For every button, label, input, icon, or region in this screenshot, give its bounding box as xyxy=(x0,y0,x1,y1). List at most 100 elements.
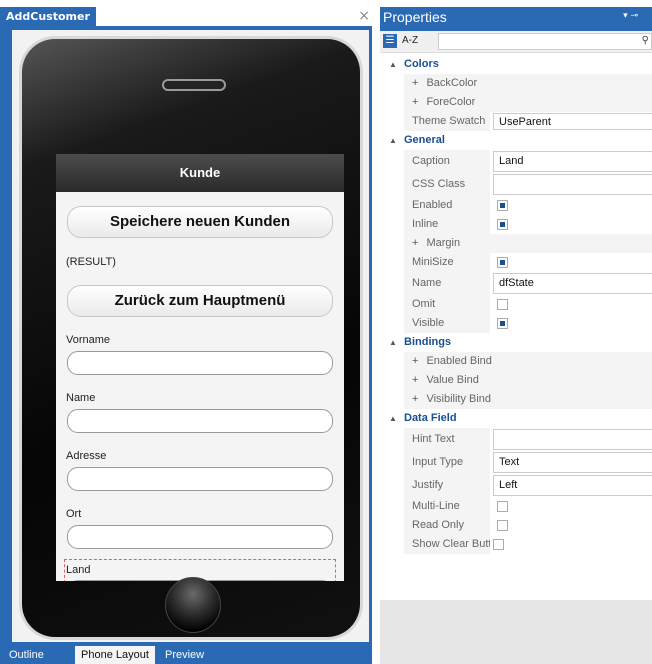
save-customer-button[interactable]: Speichere neuen Kunden xyxy=(67,206,333,238)
expand-icon[interactable]: + xyxy=(412,393,418,405)
property-label-multi-line: Multi-Line xyxy=(404,497,490,516)
property-search-input[interactable]: ⚲ xyxy=(438,33,652,50)
expand-icon[interactable]: + xyxy=(412,96,418,108)
property-row: + Margin xyxy=(380,234,652,253)
property-row: Theme Swatch UseParent xyxy=(380,112,652,131)
property-row: Name dfState xyxy=(380,272,652,295)
property-forecolor[interactable]: + ForeColor xyxy=(404,93,652,112)
category-label: Bindings xyxy=(404,336,452,348)
property-label-read-only: Read Only xyxy=(404,516,490,535)
show-clear-button-checkbox[interactable] xyxy=(493,539,504,550)
expand-icon[interactable]: + xyxy=(412,237,418,249)
property-margin[interactable]: + Margin xyxy=(404,234,652,253)
property-label-name: Name xyxy=(404,272,490,295)
inline-checkbox[interactable] xyxy=(497,219,508,230)
category-general[interactable]: ▲ General xyxy=(380,131,652,150)
property-label-enabled: Enabled xyxy=(404,196,490,215)
property-row: CSS Class xyxy=(380,173,652,196)
multi-line-checkbox[interactable] xyxy=(497,501,508,512)
designer-bottom-tabs: Outline Phone Layout Preview xyxy=(0,646,372,664)
categorized-sort-icon[interactable]: ☰ xyxy=(383,34,397,48)
property-value-cell xyxy=(493,315,652,332)
collapse-chevron-icon[interactable]: ▲ xyxy=(389,131,397,150)
phone-speaker xyxy=(162,79,226,91)
property-row: Inline xyxy=(380,215,652,234)
property-label-hint-text: Hint Text xyxy=(404,428,490,451)
input-type-value[interactable]: Text xyxy=(493,452,652,473)
close-icon[interactable]: × xyxy=(358,8,370,24)
property-row: MiniSize xyxy=(380,253,652,272)
property-label-theme-swatch: Theme Swatch xyxy=(404,112,490,131)
tab-preview[interactable]: Preview xyxy=(161,646,208,664)
property-row: + Visibility Bind xyxy=(380,390,652,409)
property-label: Margin xyxy=(426,237,461,249)
property-label-show-clear-button: Show Clear Butto xyxy=(404,535,490,554)
property-visibility-bind[interactable]: + Visibility Bind xyxy=(404,390,652,409)
hint-text-value[interactable] xyxy=(493,429,652,450)
omit-checkbox[interactable] xyxy=(497,299,508,310)
expand-icon[interactable]: + xyxy=(412,77,418,89)
pin-icon[interactable]: ▾ ⊸ xyxy=(623,11,638,21)
document-tab[interactable]: AddCustomer xyxy=(0,7,96,26)
property-row: Omit xyxy=(380,295,652,314)
collapse-chevron-icon[interactable]: ▲ xyxy=(389,409,397,428)
category-data-field[interactable]: ▲ Data Field xyxy=(380,409,652,428)
screen-header-title: Kunde xyxy=(56,154,344,192)
property-row: + Value Bind xyxy=(380,371,652,390)
property-row: + Enabled Bind xyxy=(380,352,652,371)
land-label: Land xyxy=(66,564,91,576)
ort-field[interactable] xyxy=(67,525,333,549)
property-enabled-bind[interactable]: + Enabled Bind xyxy=(404,352,652,371)
enabled-checkbox[interactable] xyxy=(497,200,508,211)
read-only-checkbox[interactable] xyxy=(497,520,508,531)
property-row: Show Clear Butto xyxy=(380,535,652,554)
property-label-css-class: CSS Class xyxy=(404,173,490,196)
back-to-main-menu-button[interactable]: Zurück zum Hauptmenü xyxy=(67,285,333,317)
theme-swatch-value[interactable]: UseParent xyxy=(493,113,652,130)
properties-pane: Properties ▾ ⊸ ☰ A-Z ⚲ ▲ Colors + BackCol… xyxy=(380,0,652,664)
property-row: Caption Land xyxy=(380,150,652,173)
phone-home-button xyxy=(165,577,221,633)
result-label: (RESULT) xyxy=(66,256,116,268)
collapse-chevron-icon[interactable]: ▲ xyxy=(389,55,397,74)
property-value-cell xyxy=(493,254,652,271)
property-value-bind[interactable]: + Value Bind xyxy=(404,371,652,390)
expand-icon[interactable]: + xyxy=(412,374,418,386)
visible-checkbox[interactable] xyxy=(497,318,508,329)
property-label-justify: Justify xyxy=(404,474,490,497)
collapse-chevron-icon[interactable]: ▲ xyxy=(389,333,397,352)
css-class-value[interactable] xyxy=(493,174,652,195)
property-value-cell xyxy=(493,296,652,313)
category-label: General xyxy=(404,134,445,146)
property-value-cell xyxy=(493,498,652,515)
properties-description-area xyxy=(380,600,652,664)
minisize-checkbox[interactable] xyxy=(497,257,508,268)
document-tab-bar: AddCustomer × xyxy=(0,0,372,26)
property-row: Multi-Line xyxy=(380,497,652,516)
category-bindings[interactable]: ▲ Bindings xyxy=(380,333,652,352)
property-label: Enabled Bind xyxy=(426,355,492,367)
property-label-caption: Caption xyxy=(404,150,490,173)
vorname-field[interactable] xyxy=(67,351,333,375)
expand-icon[interactable]: + xyxy=(412,355,418,367)
properties-toolbar: ☰ A-Z ⚲ xyxy=(380,31,652,53)
phone-screen: Kunde Speichere neuen Kunden (RESULT) Zu… xyxy=(56,154,344,581)
category-label: Data Field xyxy=(404,412,457,424)
property-backcolor[interactable]: + BackColor xyxy=(404,74,652,93)
property-row: + BackColor xyxy=(380,74,652,93)
property-label: BackColor xyxy=(426,77,478,89)
name-field[interactable] xyxy=(67,409,333,433)
alphabetical-sort-button[interactable]: A-Z xyxy=(402,35,418,46)
name-value[interactable]: dfState xyxy=(493,273,652,294)
justify-value[interactable]: Left xyxy=(493,475,652,496)
vorname-label: Vorname xyxy=(66,334,111,346)
property-label-visible: Visible xyxy=(404,314,490,333)
category-colors[interactable]: ▲ Colors xyxy=(380,55,652,74)
tab-phone-layout[interactable]: Phone Layout xyxy=(75,646,155,664)
property-label: Value Bind xyxy=(426,374,479,386)
tab-outline[interactable]: Outline xyxy=(6,646,47,664)
adresse-field[interactable] xyxy=(67,467,333,491)
properties-title: Properties xyxy=(383,9,447,25)
caption-value[interactable]: Land xyxy=(493,151,652,172)
property-label: ForeColor xyxy=(426,96,476,108)
